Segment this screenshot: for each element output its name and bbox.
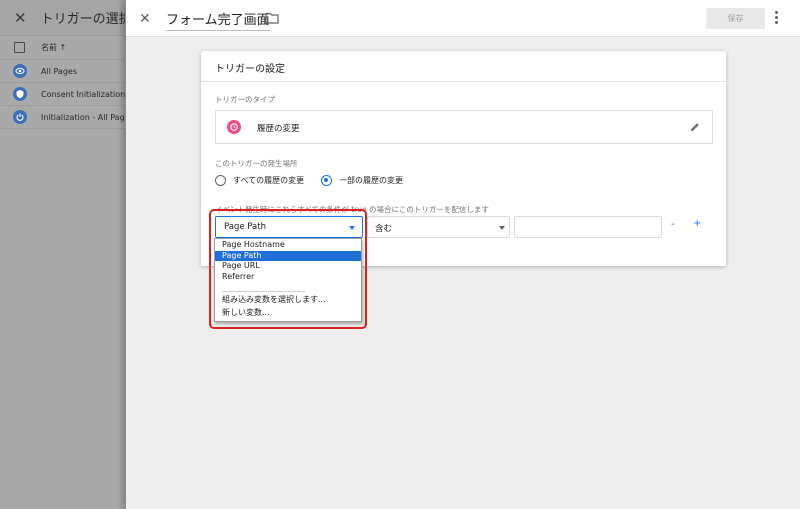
divider xyxy=(222,291,306,292)
operator-select-value: 含む xyxy=(375,224,393,234)
radio-button-selected[interactable] xyxy=(321,175,332,186)
close-icon[interactable]: ✕ xyxy=(14,9,27,27)
folder-icon[interactable] xyxy=(265,12,279,24)
power-icon xyxy=(13,110,27,124)
radio-label: 一部の履歴の変更 xyxy=(339,176,403,185)
radio-all-history-changes[interactable]: すべての履歴の変更 xyxy=(215,175,304,186)
remove-condition-button[interactable]: - xyxy=(671,219,675,230)
list-item-label: Consent Initialization - All Pages xyxy=(41,89,125,99)
list-item-label: Initialization - All Pages xyxy=(41,112,125,122)
edit-icon[interactable] xyxy=(689,121,701,133)
fires-on-label: このトリガーの発生場所 xyxy=(215,159,298,168)
trigger-type-selector[interactable]: 履歴の変更 xyxy=(215,110,713,144)
save-button[interactable]: 保存 xyxy=(706,8,765,29)
history-change-icon xyxy=(227,120,241,134)
list-item-label: All Pages xyxy=(41,66,77,76)
trigger-list-title: トリガーの選択 xyxy=(40,12,125,27)
trigger-type-label: トリガーのタイプ xyxy=(215,95,275,104)
more-options-icon[interactable] xyxy=(773,11,779,25)
divider xyxy=(201,81,726,82)
card-title: トリガーの設定 xyxy=(215,64,285,75)
list-item[interactable]: Consent Initialization - All Pages xyxy=(0,83,125,106)
menu-item-new-variable[interactable]: 新しい変数... xyxy=(215,308,361,319)
radio-button[interactable] xyxy=(215,175,226,186)
name-column-header[interactable]: 名前 ↑ xyxy=(41,42,66,53)
condition-label: イベント発生時にこれらすべての条件が true の場合にこのトリガーを配信します xyxy=(215,205,489,214)
select-all-checkbox[interactable] xyxy=(14,42,25,53)
list-item[interactable]: Initialization - All Pages xyxy=(0,106,125,129)
trigger-list-column-header: 名前 ↑ xyxy=(0,36,125,60)
editor-topbar: ✕ フォーム完了画面 保存 xyxy=(126,0,800,37)
trigger-list-panel: ✕ トリガーの選択 名前 ↑ All Pages Consent Initial… xyxy=(0,0,125,509)
shield-icon xyxy=(13,87,27,101)
trigger-type-value: 履歴の変更 xyxy=(257,124,300,134)
menu-item-page-path[interactable]: Page Path xyxy=(215,250,361,261)
trigger-config-card: トリガーの設定 トリガーのタイプ 履歴の変更 このトリガーの発生場所 すべての履… xyxy=(201,51,726,266)
list-item[interactable]: All Pages xyxy=(0,60,125,83)
variable-dropdown-menu: Page Hostname Page Path Page URL Referre… xyxy=(214,238,362,322)
trigger-list-header: ✕ トリガーの選択 xyxy=(0,0,125,36)
caret-down-icon xyxy=(349,226,355,230)
add-condition-button[interactable]: + xyxy=(693,218,701,229)
radio-label: すべての履歴の変更 xyxy=(233,176,305,185)
menu-item-page-hostname[interactable]: Page Hostname xyxy=(215,240,361,251)
caret-down-icon xyxy=(499,226,505,230)
radio-some-history-changes[interactable]: 一部の履歴の変更 xyxy=(321,175,403,186)
variable-select-value: Page Path xyxy=(224,222,266,232)
close-icon[interactable]: ✕ xyxy=(139,11,151,27)
menu-item-referrer[interactable]: Referrer xyxy=(215,272,361,283)
menu-item-choose-builtin-variable[interactable]: 組み込み変数を選択します... xyxy=(215,295,361,306)
operator-select[interactable]: 含む xyxy=(367,216,510,238)
menu-item-page-url[interactable]: Page URL xyxy=(215,261,361,272)
variable-select[interactable]: Page Path xyxy=(215,216,363,238)
eye-icon xyxy=(13,64,27,78)
trigger-name-field[interactable]: フォーム完了画面 xyxy=(166,9,270,31)
condition-value-input[interactable] xyxy=(514,216,662,238)
